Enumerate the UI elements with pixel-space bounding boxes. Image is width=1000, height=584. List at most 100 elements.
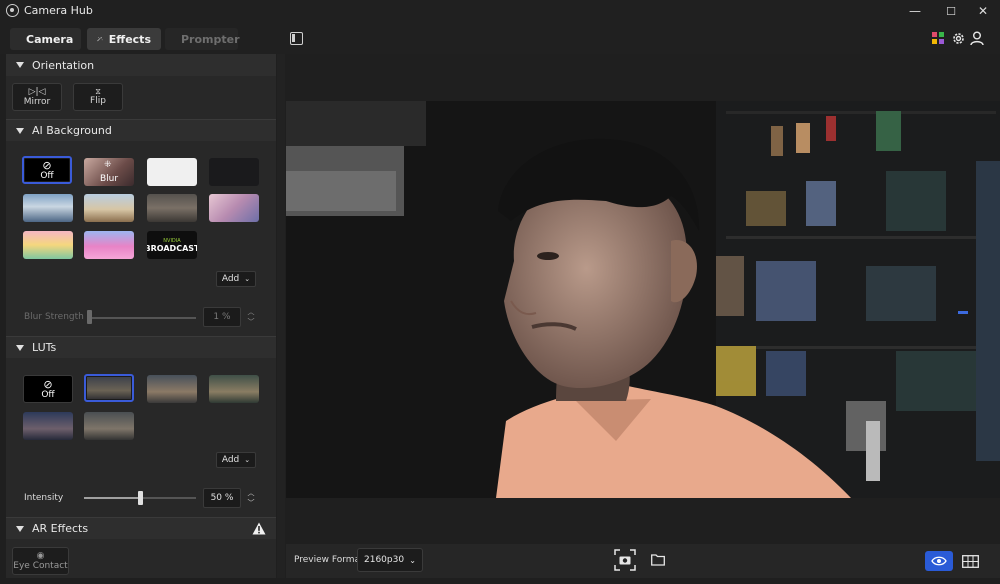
close-button[interactable]: ✕ <box>966 0 1000 22</box>
app-logo-icon <box>6 4 19 17</box>
lut-2-thumb[interactable] <box>147 375 197 403</box>
intensity-value-field[interactable]: 50 % <box>203 488 241 508</box>
lut-add-button[interactable]: Add ⌄ <box>216 452 256 468</box>
flip-label: Flip <box>90 96 106 106</box>
magic-wand-icon <box>97 36 103 42</box>
collapse-triangle-icon <box>16 62 24 68</box>
user-icon[interactable] <box>970 31 984 46</box>
off-circle-slash-icon: ⊘ <box>43 377 53 391</box>
camera-feed-image <box>286 101 1000 498</box>
intensity-label: Intensity <box>24 493 64 503</box>
lut-add-label: Add <box>221 455 240 465</box>
tab-effects-label: Effects <box>108 32 151 46</box>
panel-scrollbar[interactable] <box>277 54 285 578</box>
ai-bg-add-button[interactable]: Add ⌄ <box>216 271 256 287</box>
effects-panel: Orientation ▷|◁ Mirror ⧖ Flip AI Backgro… <box>6 54 276 578</box>
lut-5-thumb[interactable] <box>84 412 134 440</box>
broadcast-label: BROADCAST <box>147 243 197 253</box>
intensity-fill <box>84 497 140 499</box>
ai-background-title: AI Background <box>32 124 112 137</box>
ai-bg-office-thumb[interactable] <box>23 194 73 222</box>
ai-bg-nvidia-broadcast-thumb[interactable]: NVIDIA BROADCAST <box>147 231 197 259</box>
title-bar: Camera Hub — ☐ ✕ <box>0 0 1000 22</box>
plugins-icon[interactable] <box>932 32 945 45</box>
eye-contact-label: Eye Contact <box>13 560 68 571</box>
lut-off-thumb[interactable]: ⊘ Off <box>23 375 73 403</box>
blur-strength-spinner[interactable]: ︿ ﹀ <box>246 307 256 327</box>
intensity-slider-thumb[interactable] <box>138 491 143 505</box>
intensity-spinner[interactable]: ︿ ﹀ <box>246 488 256 508</box>
maximize-button[interactable]: ☐ <box>934 0 968 22</box>
ai-bg-off-label: Off <box>40 170 54 181</box>
panel-toggle-icon[interactable] <box>290 32 303 45</box>
ar-effects-title: AR Effects <box>32 522 89 535</box>
ai-bg-living-room-thumb[interactable] <box>84 194 134 222</box>
blur-strength-track[interactable] <box>88 317 196 319</box>
ai-bg-pink-cartoon-thumb[interactable] <box>84 231 134 259</box>
minimize-button[interactable]: — <box>898 0 932 22</box>
collapse-triangle-icon <box>16 127 24 134</box>
flip-icon: ⧖ <box>95 87 101 96</box>
orientation-title: Orientation <box>32 58 95 72</box>
spin-down-icon: ﹀ <box>247 318 255 326</box>
collapse-triangle-icon <box>16 525 24 532</box>
mirror-label: Mirror <box>23 96 51 107</box>
tab-effects[interactable]: Effects <box>87 28 161 50</box>
off-circle-slash-icon: ⊘ <box>42 158 52 172</box>
eye-contact-button[interactable]: ◉ Eye Contact <box>12 547 69 575</box>
ai-bg-pink-room-thumb[interactable] <box>209 194 259 222</box>
blur-strength-value: 1 % <box>213 312 231 322</box>
window-title: Camera Hub <box>24 4 93 17</box>
ai-bg-white-thumb[interactable] <box>147 158 197 186</box>
ai-bg-add-label: Add <box>221 274 240 284</box>
ai-bg-kitchen-thumb[interactable] <box>147 194 197 222</box>
spin-up-icon: ︿ <box>247 308 255 316</box>
blur-strength-label: Blur Strength <box>24 312 84 322</box>
flip-button[interactable]: ⧖ Flip <box>73 83 123 111</box>
folder-icon[interactable] <box>651 554 665 566</box>
snapshot-icon[interactable] <box>614 549 636 571</box>
grid-button[interactable] <box>957 551 983 571</box>
chevron-down-icon: ⌄ <box>409 555 416 565</box>
mirror-icon: ▷|◁ <box>28 86 46 97</box>
lut-off-label: Off <box>41 389 55 400</box>
luts-section-header[interactable]: LUTs <box>6 336 276 358</box>
lut-3-thumb[interactable] <box>209 375 259 403</box>
spin-down-icon: ﹀ <box>247 499 255 507</box>
lut-1-thumb[interactable] <box>84 374 134 402</box>
preview-format-value: 2160p30 <box>364 555 405 565</box>
lut-4-thumb[interactable] <box>23 412 73 440</box>
ai-bg-cartoon-room-thumb[interactable] <box>23 231 73 259</box>
spin-up-icon: ︿ <box>247 489 255 497</box>
ai-bg-blur-label: Blur <box>99 174 119 184</box>
grid-icon <box>961 554 979 568</box>
ai-bg-off-thumb[interactable]: ⊘ Off <box>22 156 72 184</box>
chevron-down-icon: ⌄ <box>244 275 251 283</box>
blur-strength-value-field[interactable]: 1 % <box>203 307 241 327</box>
camera-hub-window: Camera Hub — ☐ ✕ Camera Effects Prompter… <box>0 0 1000 584</box>
preview-eye-icon <box>931 556 947 566</box>
tab-prompter-label: Prompter <box>181 32 240 46</box>
preview-eye-button[interactable] <box>925 551 953 571</box>
blur-icon: ⁜ <box>104 160 112 170</box>
luts-title: LUTs <box>32 341 57 354</box>
blur-strength-slider-thumb[interactable] <box>87 310 93 324</box>
chevron-down-icon: ⌄ <box>244 456 251 464</box>
collapse-triangle-icon <box>16 344 24 351</box>
ai-bg-black-thumb[interactable] <box>209 158 259 186</box>
orientation-section-header[interactable]: Orientation <box>6 54 276 76</box>
camera-preview <box>286 101 1000 498</box>
ai-bg-blur-thumb[interactable]: ⁜ Blur <box>84 158 134 186</box>
ar-effects-section-header[interactable]: AR Effects <box>6 517 276 539</box>
warning-icon[interactable] <box>252 522 266 535</box>
mirror-button[interactable]: ▷|◁ Mirror <box>12 83 62 111</box>
tab-camera[interactable]: Camera <box>10 28 81 50</box>
tab-camera-label: Camera <box>26 32 74 46</box>
settings-gear-icon[interactable] <box>951 31 966 46</box>
preview-format-label: Preview Format <box>294 555 364 565</box>
tab-prompter[interactable]: Prompter <box>165 28 240 50</box>
ai-background-section-header[interactable]: AI Background <box>6 119 276 141</box>
intensity-value: 50 % <box>210 493 234 503</box>
preview-format-select[interactable]: 2160p30 ⌄ <box>357 548 423 572</box>
eye-contact-icon: ◉ <box>36 550 45 561</box>
